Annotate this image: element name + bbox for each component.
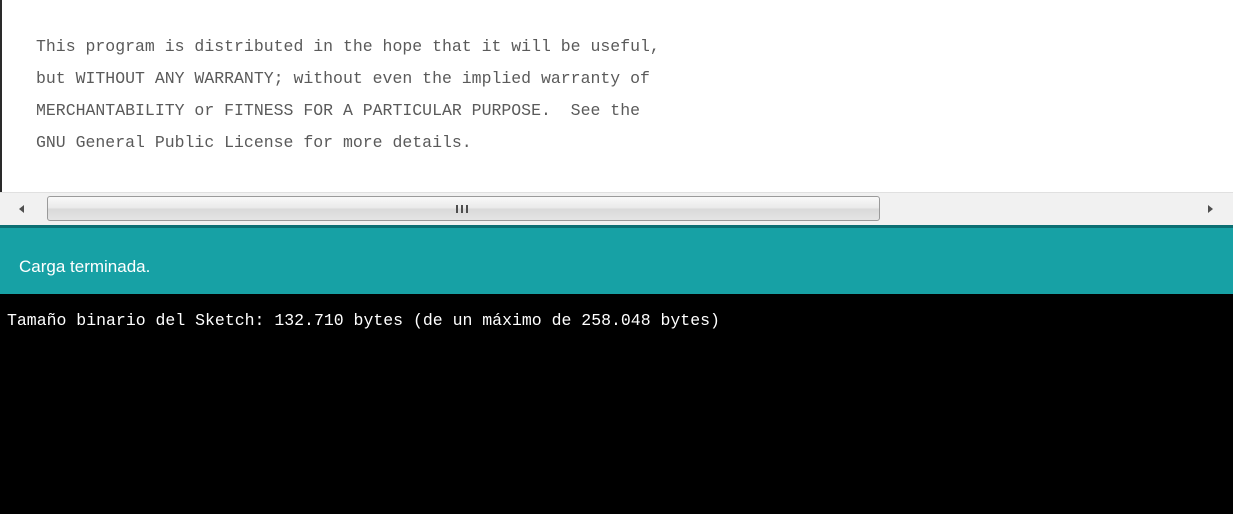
status-bar: Carga terminada.: [0, 228, 1233, 294]
scroll-right-button[interactable]: [1203, 201, 1217, 217]
code-line: MERCHANTABILITY or FITNESS FOR A PARTICU…: [36, 101, 640, 120]
chevron-right-icon: [1207, 205, 1213, 213]
console-output[interactable]: Tamaño binario del Sketch: 132.710 bytes…: [0, 294, 1233, 514]
chevron-left-icon: [18, 205, 24, 213]
status-message: Carga terminada.: [19, 257, 151, 276]
editor-border: [0, 0, 2, 192]
console-line: Tamaño binario del Sketch: 132.710 bytes…: [7, 311, 720, 330]
code-line: GNU General Public License for more deta…: [36, 133, 472, 152]
scroll-left-button[interactable]: [14, 201, 28, 217]
horizontal-scrollbar[interactable]: [0, 192, 1233, 225]
code-line: but WITHOUT ANY WARRANTY; without even t…: [36, 69, 650, 88]
scroll-thumb[interactable]: [47, 196, 880, 221]
code-editor[interactable]: This program is distributed in the hope …: [0, 0, 1233, 192]
scroll-grip-icon: [456, 205, 468, 213]
code-line: This program is distributed in the hope …: [36, 37, 660, 56]
code-lines: This program is distributed in the hope …: [36, 31, 660, 159]
